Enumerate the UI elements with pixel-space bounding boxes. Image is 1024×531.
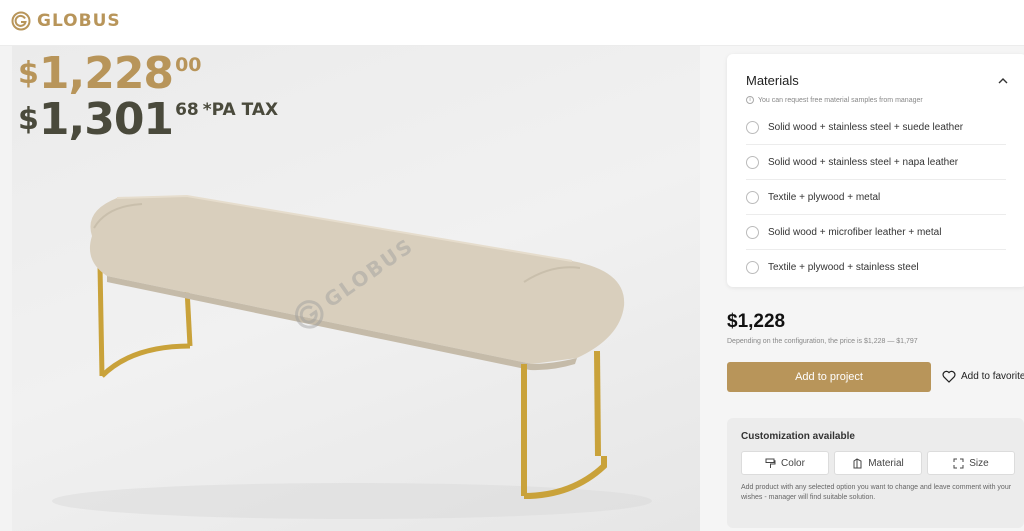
material-option[interactable]: Solid wood + stainless steel + napa leat… bbox=[746, 145, 1006, 180]
material-button-label: Material bbox=[868, 457, 904, 469]
material-option-label: Solid wood + microfiber leather + metal bbox=[768, 226, 942, 238]
heart-icon bbox=[942, 370, 956, 383]
color-button-label: Color bbox=[781, 457, 805, 469]
hero-price-with-tax: $1,301 68 *PA TAX bbox=[18, 94, 279, 145]
radio-button[interactable] bbox=[746, 155, 759, 169]
materials-info: i You can request free material samples … bbox=[746, 96, 923, 104]
resize-icon bbox=[953, 458, 964, 468]
customization-note: Add product with any selected option you… bbox=[741, 484, 1012, 501]
bench-front-legs bbox=[521, 350, 607, 499]
product-price: $1,228 bbox=[727, 311, 786, 332]
price-range-note: Depending on the configuration, the pric… bbox=[727, 338, 918, 345]
radio-button[interactable] bbox=[746, 120, 759, 134]
add-to-project-button[interactable]: Add to project bbox=[727, 362, 931, 392]
radio-button[interactable] bbox=[746, 190, 759, 204]
material-option-label: Textile + plywood + metal bbox=[768, 191, 881, 203]
material-option[interactable]: Solid wood + microfiber leather + metal bbox=[746, 215, 1006, 250]
material-option-label: Solid wood + stainless steel + suede lea… bbox=[768, 121, 964, 133]
customization-panel: Customization available Color Material S… bbox=[727, 418, 1024, 528]
color-button[interactable]: Color bbox=[741, 451, 829, 475]
material-option-label: Textile + plywood + stainless steel bbox=[768, 262, 919, 273]
chevron-up-icon[interactable] bbox=[996, 74, 1010, 88]
material-icon bbox=[853, 457, 862, 468]
material-option-label: Solid wood + stainless steel + napa leat… bbox=[768, 156, 959, 168]
materials-panel: Materials i You can request free materia… bbox=[727, 54, 1024, 287]
customization-title: Customization available bbox=[741, 431, 855, 442]
size-button-label: Size bbox=[969, 457, 989, 469]
material-option[interactable]: Textile + plywood + metal bbox=[746, 180, 1006, 215]
brand-logo[interactable]: GLOBUS bbox=[11, 11, 121, 31]
radio-button[interactable] bbox=[746, 225, 759, 239]
material-option[interactable]: Solid wood + stainless steel + suede lea… bbox=[746, 110, 1006, 145]
material-option[interactable]: Textile + plywood + stainless steel bbox=[746, 250, 1006, 285]
radio-button[interactable] bbox=[746, 261, 759, 274]
paint-roller-icon bbox=[765, 458, 776, 468]
material-button[interactable]: Material bbox=[834, 451, 922, 475]
globus-logo-icon bbox=[11, 11, 31, 31]
materials-title: Materials bbox=[746, 73, 799, 88]
add-to-favorites-label: Add to favorite bbox=[961, 371, 1024, 382]
materials-options: Solid wood + stainless steel + suede lea… bbox=[746, 110, 1006, 285]
customization-buttons: Color Material Size bbox=[741, 451, 1015, 475]
add-to-favorites-button[interactable]: Add to favorite bbox=[942, 370, 1024, 383]
hero-price: $1,228 00 bbox=[18, 48, 202, 99]
brand-name: GLOBUS bbox=[37, 11, 121, 31]
info-icon: i bbox=[746, 96, 754, 104]
product-sidebar: Materials i You can request free materia… bbox=[700, 46, 1024, 531]
materials-info-text: You can request free material samples fr… bbox=[758, 96, 923, 104]
size-button[interactable]: Size bbox=[927, 451, 1015, 475]
product-image: $1,228 00 $1,301 68 *PA TAX GLOBUS bbox=[12, 46, 700, 531]
top-bar: GLOBUS bbox=[0, 0, 1024, 46]
